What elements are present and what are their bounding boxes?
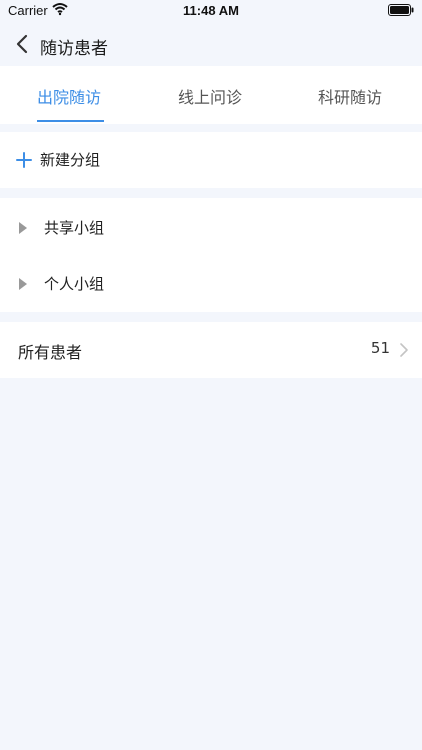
chevron-right-icon (398, 342, 410, 358)
expand-triangle-icon (19, 278, 27, 290)
groups-card: 共享小组 个人小组 (0, 198, 422, 312)
back-button[interactable] (12, 33, 34, 55)
expand-triangle-icon (19, 222, 27, 234)
tab-active-indicator (37, 120, 104, 122)
tab-online-consult[interactable]: 线上问诊 (178, 84, 242, 108)
plus-icon (16, 152, 32, 168)
status-time: 11:48 AM (183, 3, 239, 18)
new-group-button[interactable]: 新建分组 (0, 132, 422, 188)
chevron-left-icon (16, 34, 28, 54)
tab-bar: 出院随访 线上问诊 科研随访 (0, 66, 422, 124)
tab-discharge-followup[interactable]: 出院随访 (37, 84, 101, 108)
page-title: 随访患者 (40, 39, 108, 59)
status-bar: Carrier 11:48 AM (0, 0, 422, 24)
all-patients-row[interactable]: 所有患者 51 (0, 322, 422, 378)
nav-bar: 随访患者 (0, 24, 422, 66)
group-label: 个人小组 (44, 275, 105, 293)
tab-research-followup[interactable]: 科研随访 (318, 84, 382, 108)
all-patients-card: 所有患者 51 (0, 322, 422, 378)
group-row-shared[interactable]: 共享小组 (0, 200, 422, 256)
patient-count: 51 (370, 339, 390, 357)
new-group-label: 新建分组 (40, 151, 101, 169)
battery-icon (388, 4, 414, 16)
group-row-personal[interactable]: 个人小组 (0, 256, 422, 312)
new-group-card: 新建分组 (0, 132, 422, 188)
all-patients-label: 所有患者 (18, 343, 83, 362)
group-label: 共享小组 (44, 219, 105, 237)
